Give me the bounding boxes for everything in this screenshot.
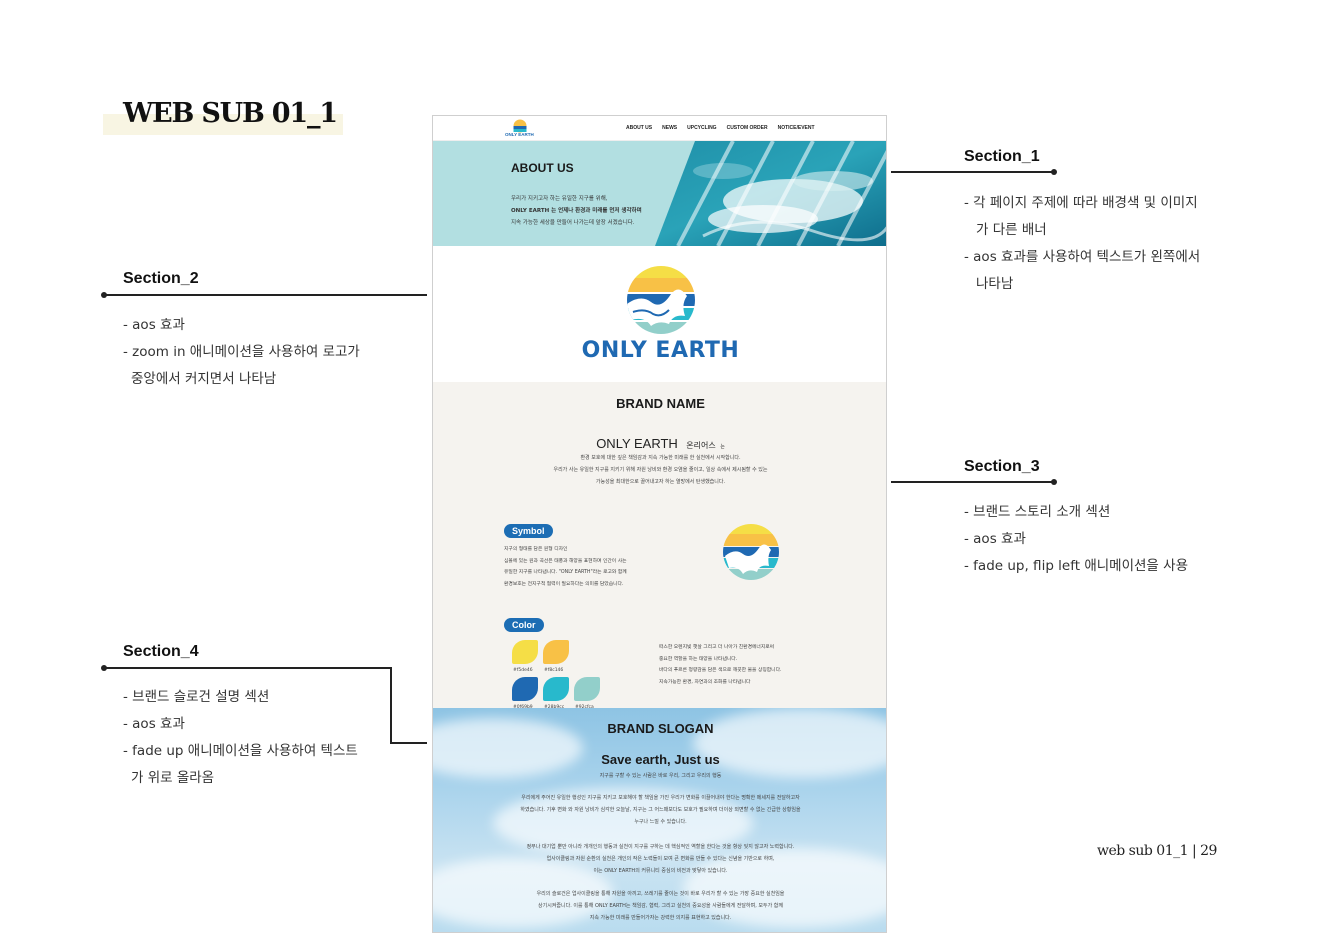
annotation-section1-dot: [1051, 169, 1057, 175]
color-swatch-mint: [574, 677, 600, 701]
annotation-section3-text: - 브랜드 스토리 소개 섹션 - aos 효과 - fade up, flip…: [964, 504, 1188, 574]
about-title: ABOUT US: [511, 161, 574, 175]
page-number: web sub 01_1 | 29: [1097, 843, 1217, 859]
page-title-block: WEB SUB 01_1: [103, 96, 343, 136]
slogan-paragraph-3: 우리의 슬로건은 업사이클링을 통해 자원을 아끼고, 쓰레기를 줄이는 것이 …: [536, 891, 785, 921]
brand-name-title: BRAND NAME: [616, 396, 705, 411]
annotation-section4-connector-end: [390, 742, 427, 744]
color-swatch-orange: [543, 640, 569, 664]
slogan-paragraph-2: 정부나 대기업 뿐만 아니라 개개인의 행동과 실천이 지구를 구하는 데 핵심…: [526, 844, 795, 874]
symbol-logo-icon: [723, 524, 779, 580]
nav-notice-event[interactable]: NOTICE/EVENT: [778, 125, 815, 131]
slogan-sub: 지구를 구할 수 있는 사람은 바로 우리, 그리고 우리의 행동: [599, 773, 722, 779]
mock-brand-name-section: BRAND NAME ONLY EARTH 온리어스 는 환경 보호에 대한 깊…: [433, 382, 886, 710]
annotation-section4-line: [104, 667, 391, 669]
annotation-section3-title: Section_3: [964, 458, 1040, 475]
annotation-section2-title: Section_2: [123, 270, 199, 287]
logo-wordmark: ONLY EARTH: [581, 338, 740, 363]
symbol-badge: Symbol: [504, 524, 553, 538]
nav-upcycling[interactable]: UPCYCLING: [687, 125, 716, 131]
slogan-headline: Save earth, Just us: [601, 752, 720, 767]
cloud: [693, 708, 886, 778]
annotation-section1-text: - 각 페이지 주제에 따라 배경색 및 이미지 가 다른 배너 - aos 효…: [964, 195, 1201, 292]
nav-about-us[interactable]: ABOUT US: [626, 125, 652, 131]
annotation-section2-line: [104, 294, 427, 296]
about-text: 우리가 지키고자 하는 유일한 지구를 위해, ONLY EARTH 는 언제나…: [511, 196, 642, 226]
page-title: WEB SUB 01_1: [123, 98, 338, 129]
annotation-section4-title: Section_4: [123, 643, 199, 660]
annotation-section4-dot: [101, 665, 107, 671]
annotation-section1-line: [891, 171, 1055, 173]
color-label-orange: #f8c146: [544, 668, 564, 673]
annotation-section4-connector: [390, 667, 392, 743]
annotation-section3-dot: [1051, 479, 1057, 485]
color-swatch-blue: [512, 677, 538, 701]
mock-slogan-section: BRAND SLOGAN Save earth, Just us 지구를 구할 …: [433, 708, 886, 932]
mock-logo-section: ONLY EARTH: [433, 246, 886, 382]
nav-news[interactable]: NEWS: [662, 125, 677, 131]
color-swatch-yellow: [512, 640, 538, 664]
annotation-section4-text: - 브랜드 슬로건 설명 섹션 - aos 효과 - fade up 애니메이션…: [123, 689, 358, 786]
mock-nav: ABOUT US NEWS UPCYCLING CUSTOM ORDER NOT…: [626, 125, 815, 131]
brand-name-heading: ONLY EARTH 온리어스 는: [596, 436, 725, 451]
mock-header-logo[interactable]: ONLY EARTH: [503, 119, 537, 139]
slogan-paragraph-1: 우리에게 주어진 유일한 행성인 지구를 지키고 보호해야 할 책임을 가진 우…: [520, 795, 801, 825]
mock-about-banner: ABOUT US 우리가 지키고자 하는 유일한 지구를 위해, ONLY EA…: [433, 141, 886, 246]
slogan-title: BRAND SLOGAN: [607, 721, 714, 736]
color-badge: Color: [504, 618, 544, 632]
annotation-section1-title: Section_1: [964, 148, 1040, 165]
nav-custom-order[interactable]: CUSTOM ORDER: [727, 125, 768, 131]
mock-header-logo-text: ONLY EARTH: [505, 132, 534, 137]
color-swatch-cyan: [543, 677, 569, 701]
mock-header: ONLY EARTH ABOUT US NEWS UPCYCLING CUSTO…: [433, 116, 886, 141]
ocean-wave-image: [655, 141, 886, 246]
annotation-section2-text: - aos 효과 - zoom in 애니메이션을 사용하여 로고가 중앙에서 …: [123, 317, 360, 387]
brand-name-description: 환경 보호에 대한 깊은 책임감과 지속 가능한 미래를 한 실천에서 시작합니…: [553, 455, 768, 485]
color-label-yellow: #f5de46: [513, 668, 533, 673]
color-description: 떠스한 오렌지빛 햇살 그리고 더 나아가 친환경에너지로써 중요한 역할을 하…: [659, 645, 782, 685]
annotation-section2-dot: [101, 292, 107, 298]
symbol-description: 지구의 형태를 담은 원형 디자인 심볼에 있는 원과 곡선은 태풍과 해양을 …: [504, 547, 627, 587]
annotation-section3-line: [891, 481, 1055, 483]
website-mockup: ONLY EARTH ABOUT US NEWS UPCYCLING CUSTO…: [432, 115, 887, 933]
earth-logo-large-icon: [627, 266, 695, 334]
